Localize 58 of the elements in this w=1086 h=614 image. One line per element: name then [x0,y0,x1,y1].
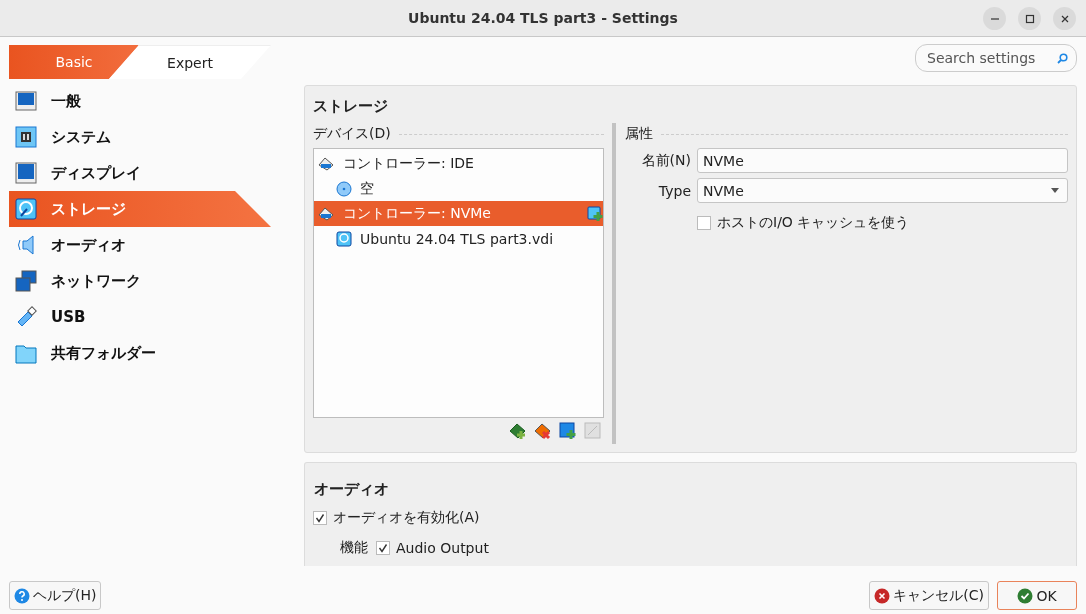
close-button[interactable] [1053,7,1076,30]
sidebar-item[interactable]: ネットワーク [9,263,271,299]
dropdown-caret-icon [1051,188,1059,193]
name-field[interactable]: NVMe [697,148,1068,173]
chip-icon [15,126,37,148]
tree-item[interactable]: 空 [314,176,603,201]
close-icon [1059,13,1070,24]
field-label: 機能 [340,539,368,557]
search-icon [1057,52,1068,64]
field-label: Type [657,182,691,199]
group-label: 属性 [625,125,653,143]
network-icon [15,270,37,292]
add-controller-icon [509,422,527,440]
ok-button[interactable]: OK [997,581,1077,610]
sidebar-item[interactable]: システム [9,119,271,155]
tree-item[interactable]: Ubuntu 24.04 TLS part3.vdi [314,226,603,251]
controller-icon [317,155,335,172]
speaker-icon [15,234,37,256]
checkbox-label: ホストのI/O キャッシュを使う [717,214,910,232]
search-field[interactable]: Search settings [915,44,1077,72]
section-title: オーディオ [314,480,389,499]
usb-plug-icon [15,306,37,328]
minimize-icon [990,17,999,20]
remove-controller-icon [534,422,552,440]
section-title: ストレージ [313,97,389,116]
checkmark-icon [315,513,325,523]
checkbox[interactable] [313,511,327,525]
checkmark-icon [378,543,388,553]
cancel-icon [874,587,891,604]
disc-icon [336,180,352,197]
help-icon [14,587,30,604]
sidebar-item[interactable]: オーディオ [9,227,271,263]
checkbox[interactable] [697,216,711,230]
maximize-button[interactable] [1018,7,1041,30]
checkbox-label: オーディオを有効化(A) [333,509,480,527]
tree-item[interactable]: コントローラー: IDE [314,151,603,176]
check-circle-icon [1017,587,1034,604]
cancel-button[interactable]: キャンセル(C) [869,581,989,610]
help-button[interactable]: ヘルプ(H) [9,581,102,610]
type-dropdown[interactable]: NVMe [697,178,1068,203]
sidebar-item[interactable]: ディスプレイ [9,155,271,191]
checkbox-label: Audio Output [396,540,489,556]
maximize-icon [1024,13,1035,24]
sidebar-item[interactable]: 共有フォルダー [9,335,271,371]
sidebar-item[interactable]: USB [9,299,271,335]
minimize-button[interactable] [983,7,1006,30]
add-attachment-icon [559,422,577,440]
remove-attachment-icon [584,422,602,440]
window-title: Ubuntu 24.04 TLS part3 - Settings [408,10,678,26]
group-label: デバイス(D) [313,125,391,143]
sidebar-item[interactable]: 一般 [9,83,271,119]
checkbox[interactable] [376,541,390,555]
screen-icon [15,162,37,184]
monitor-icon [15,90,37,112]
folder-icon [15,342,37,364]
controller-icon [317,205,335,222]
field-label: 名前(N) [640,151,691,170]
mode-tab[interactable]: Expert [109,45,271,79]
